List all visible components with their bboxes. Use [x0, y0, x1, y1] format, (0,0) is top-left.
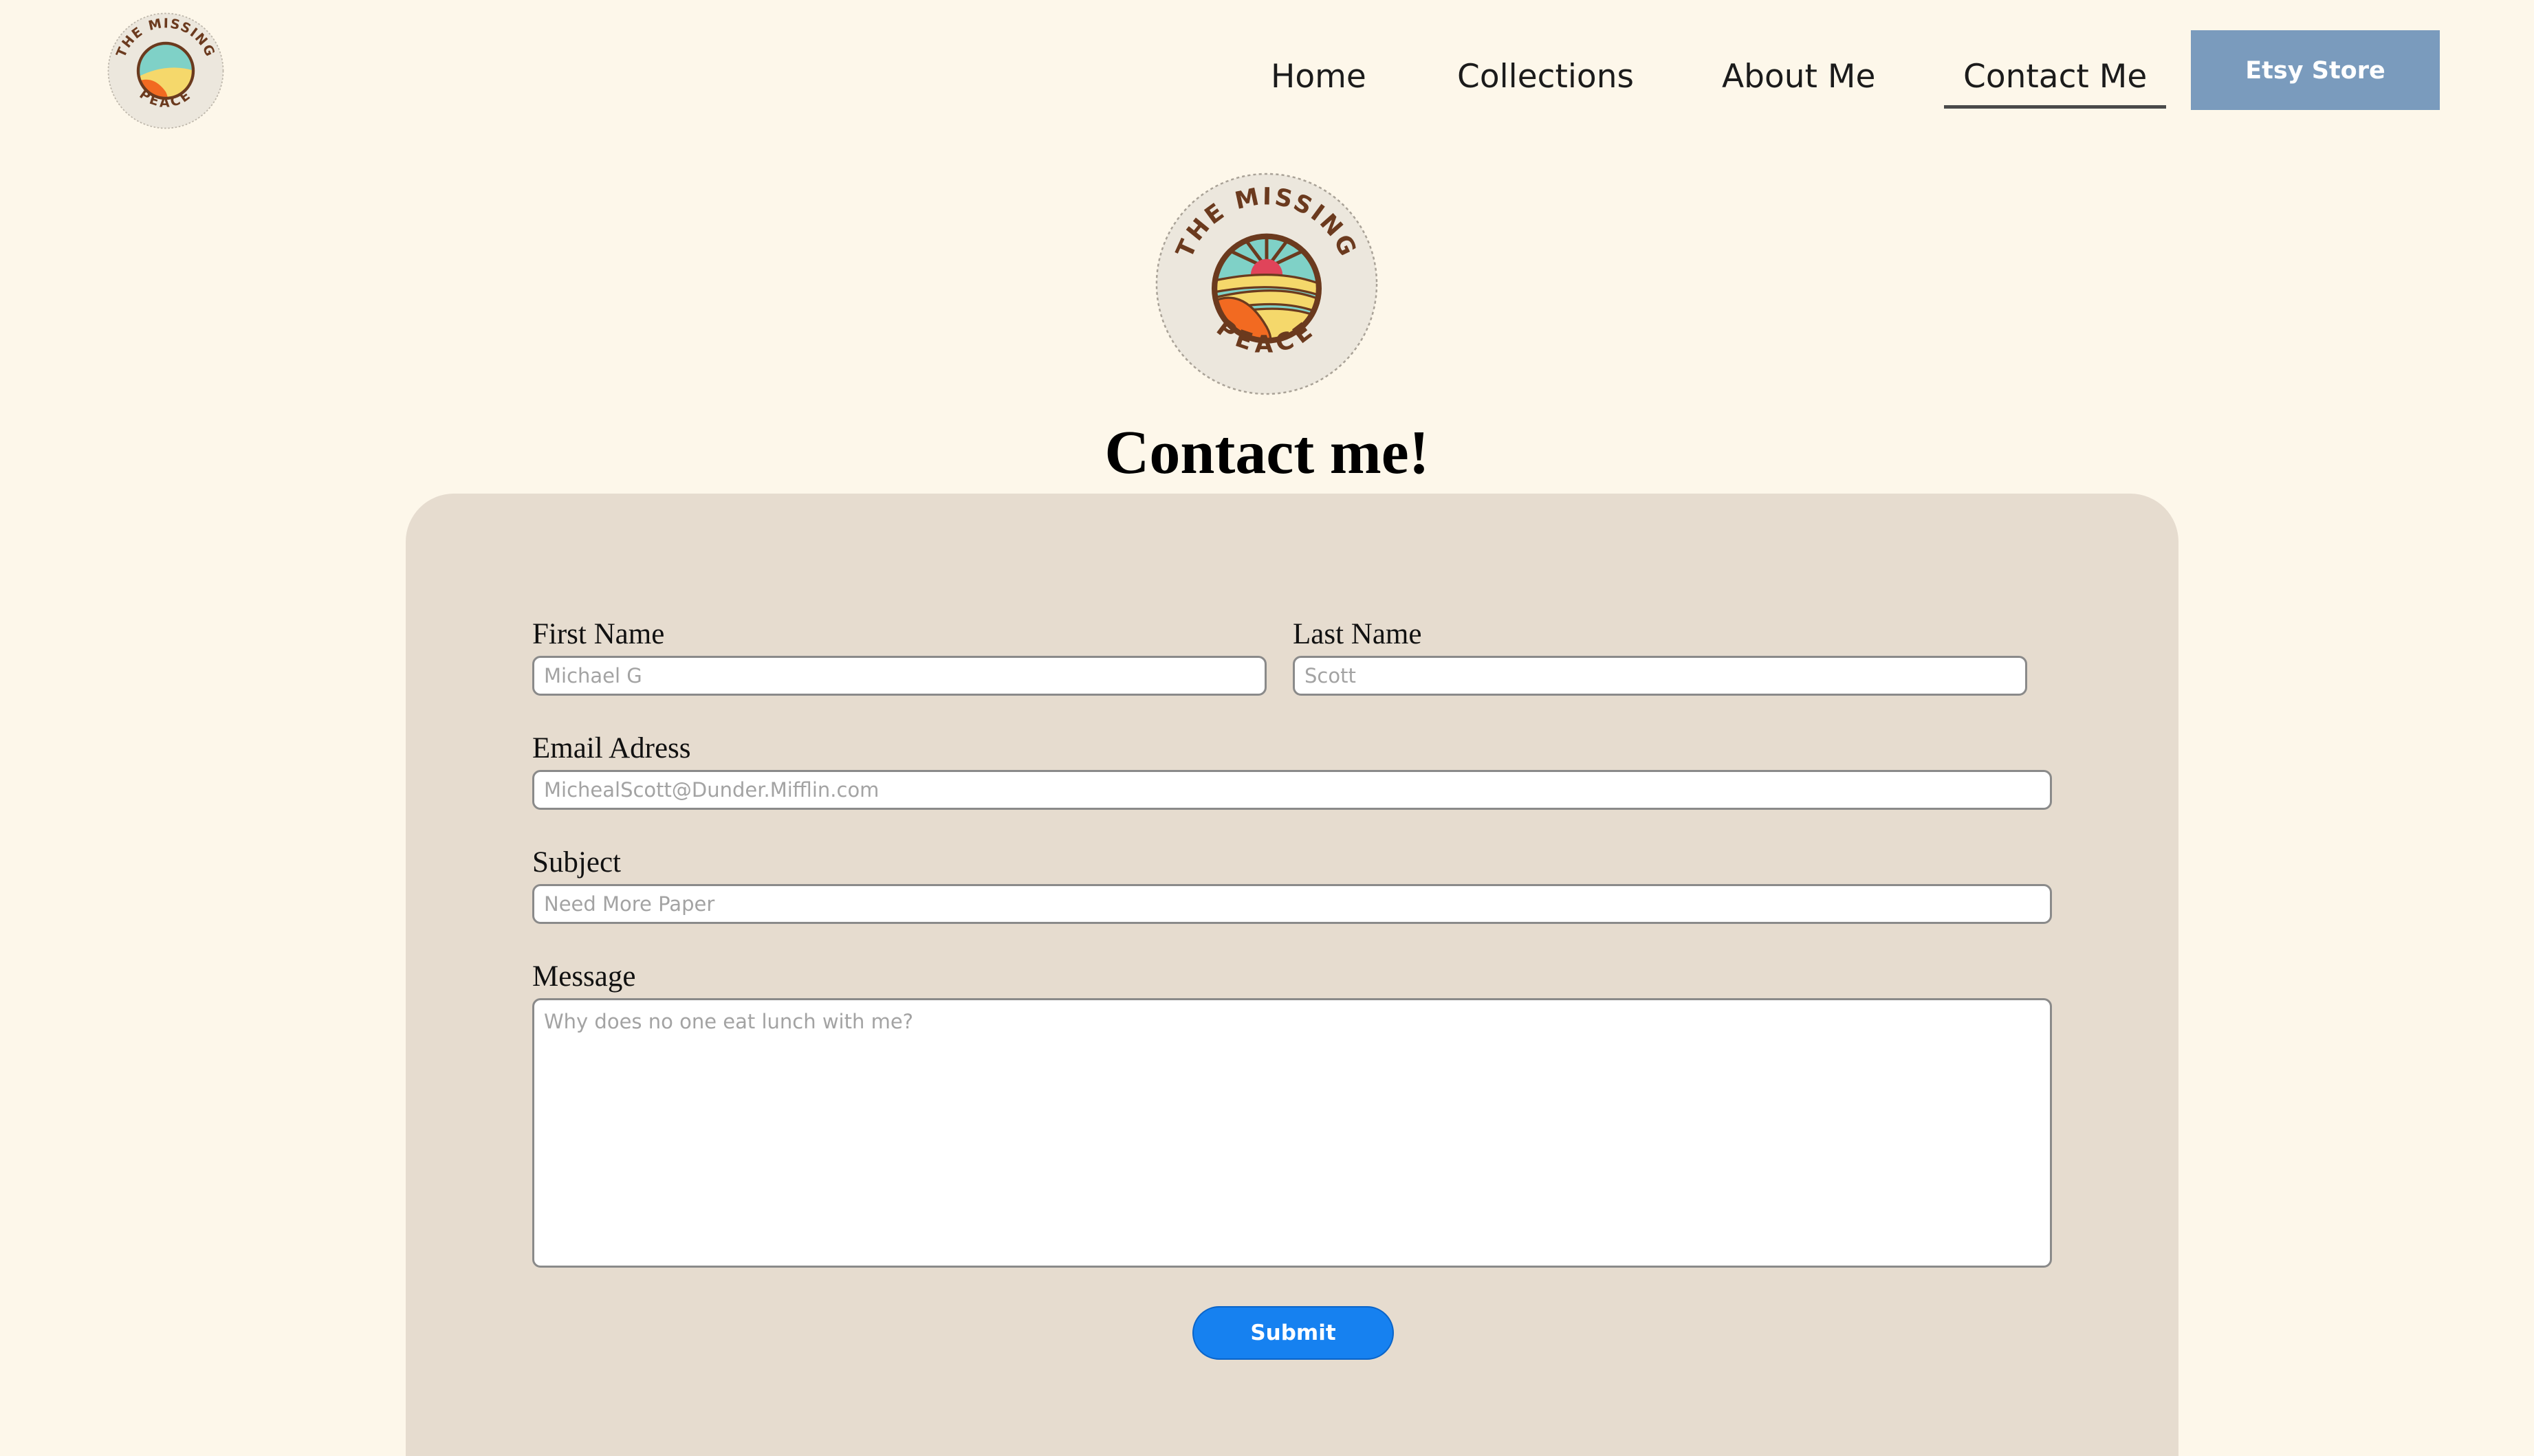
nav-item-contact-me[interactable]: Contact Me	[1943, 49, 2167, 109]
site-header: THE MISSING PEACE Home Collections About…	[0, 0, 2534, 144]
email-input[interactable]	[532, 770, 2052, 810]
subject-label: Subject	[532, 846, 621, 879]
subject-input[interactable]	[532, 884, 2052, 924]
last-name-input[interactable]	[1293, 656, 2027, 696]
email-label: Email Adress	[532, 732, 691, 764]
message-label: Message	[532, 960, 636, 993]
nav-item-collections[interactable]: Collections	[1457, 49, 1634, 104]
hero-brand-logo: THE MISSING PEACE	[1155, 173, 1378, 395]
first-name-input[interactable]	[532, 656, 1267, 696]
nav-item-home[interactable]: Home	[1271, 49, 1366, 104]
first-name-label: First Name	[532, 618, 665, 650]
message-textarea[interactable]	[532, 998, 2052, 1268]
etsy-store-button[interactable]: Etsy Store	[2191, 30, 2440, 110]
submit-button[interactable]: Submit	[1192, 1306, 1394, 1360]
brand-logo[interactable]: THE MISSING PEACE	[106, 11, 226, 131]
main-nav: Home Collections About Me Contact Me	[1252, 41, 2173, 117]
last-name-label: Last Name	[1293, 618, 1422, 650]
nav-item-about-me[interactable]: About Me	[1722, 49, 1875, 104]
contact-form: First Name Last Name Email Adress Subjec…	[406, 494, 2178, 1456]
page-title: Contact me!	[1104, 419, 1430, 487]
